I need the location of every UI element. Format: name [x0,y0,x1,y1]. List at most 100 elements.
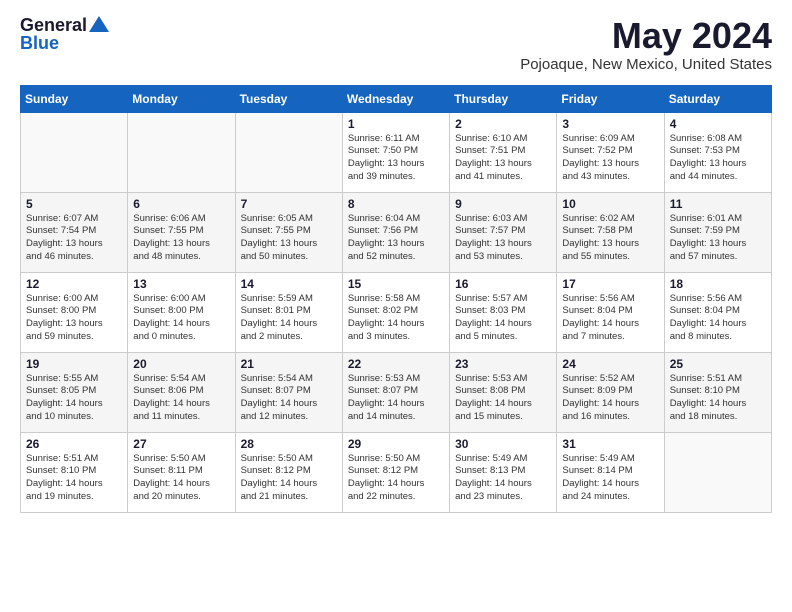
calendar-cell: 24Sunrise: 5:52 AM Sunset: 8:09 PM Dayli… [557,352,664,432]
calendar-cell: 26Sunrise: 5:51 AM Sunset: 8:10 PM Dayli… [21,432,128,512]
logo-general-text: General [20,16,87,34]
calendar-cell: 13 Sunrise: 6:00 AM Sunset: 8:00 PM Dayli… [128,272,235,352]
calendar-week-row: 19 Sunrise: 5:55 AM Sunset: 8:05 PM Dayli… [21,352,772,432]
day-info: Sunrise: 6:01 AM Sunset: 7:59 PM Dayligh… [670,213,766,264]
calendar-cell [235,112,342,192]
calendar-cell: 12 Sunrise: 6:00 AM Sunset: 8:00 PM Dayli… [21,272,128,352]
day-info: Sunrise: 6:10 AM Sunset: 7:51 PM Dayligh… [455,133,551,184]
day-number: 5 [26,197,122,211]
calendar-cell: 4Sunrise: 6:08 AM Sunset: 7:53 PM Daylig… [664,112,771,192]
day-info: Sunrise: 5:51 AM Sunset: 8:10 PM Dayligh… [26,453,122,504]
day-header-tuesday: Tuesday [235,85,342,112]
day-number: 10 [562,197,658,211]
calendar-cell [128,112,235,192]
calendar-cell: 22 Sunrise: 5:53 AM Sunset: 8:07 PM Dayli… [342,352,449,432]
day-info: Sunrise: 5:49 AM Sunset: 8:13 PM Dayligh… [455,453,551,504]
day-number: 7 [241,197,337,211]
calendar-cell: 9Sunrise: 6:03 AM Sunset: 7:57 PM Daylig… [450,192,557,272]
calendar-table: SundayMondayTuesdayWednesdayThursdayFrid… [20,85,772,513]
logo-triangle-icon [89,14,109,34]
day-header-wednesday: Wednesday [342,85,449,112]
day-info: Sunrise: 5:56 AM Sunset: 8:04 PM Dayligh… [562,293,658,344]
calendar-cell: 31 Sunrise: 5:49 AM Sunset: 8:14 PM Dayli… [557,432,664,512]
day-number: 28 [241,437,337,451]
calendar-cell: 11 Sunrise: 6:01 AM Sunset: 7:59 PM Dayli… [664,192,771,272]
day-info: Sunrise: 5:56 AM Sunset: 8:04 PM Dayligh… [670,293,766,344]
day-info: Sunrise: 6:06 AM Sunset: 7:55 PM Dayligh… [133,213,229,264]
day-number: 31 [562,437,658,451]
day-number: 20 [133,357,229,371]
day-number: 25 [670,357,766,371]
day-info: Sunrise: 5:50 AM Sunset: 8:12 PM Dayligh… [348,453,444,504]
title-block: May 2024 Pojoaque, New Mexico, United St… [520,16,772,73]
calendar-cell: 3 Sunrise: 6:09 AM Sunset: 7:52 PM Daylig… [557,112,664,192]
calendar-week-row: 12 Sunrise: 6:00 AM Sunset: 8:00 PM Dayli… [21,272,772,352]
day-number: 24 [562,357,658,371]
day-number: 18 [670,277,766,291]
day-number: 19 [26,357,122,371]
day-info: Sunrise: 6:11 AM Sunset: 7:50 PM Dayligh… [348,133,444,184]
calendar-cell: 27 Sunrise: 5:50 AM Sunset: 8:11 PM Dayli… [128,432,235,512]
calendar-cell: 21 Sunrise: 5:54 AM Sunset: 8:07 PM Dayli… [235,352,342,432]
day-info: Sunrise: 6:07 AM Sunset: 7:54 PM Dayligh… [26,213,122,264]
day-info: Sunrise: 6:04 AM Sunset: 7:56 PM Dayligh… [348,213,444,264]
day-info: Sunrise: 6:03 AM Sunset: 7:57 PM Dayligh… [455,213,551,264]
day-number: 23 [455,357,551,371]
day-number: 30 [455,437,551,451]
day-number: 21 [241,357,337,371]
day-number: 14 [241,277,337,291]
day-header-sunday: Sunday [21,85,128,112]
calendar-cell: 30 Sunrise: 5:49 AM Sunset: 8:13 PM Dayli… [450,432,557,512]
day-number: 3 [562,117,658,131]
calendar-cell: 10Sunrise: 6:02 AM Sunset: 7:58 PM Dayli… [557,192,664,272]
day-info: Sunrise: 6:08 AM Sunset: 7:53 PM Dayligh… [670,133,766,184]
day-info: Sunrise: 5:50 AM Sunset: 8:12 PM Dayligh… [241,453,337,504]
calendar-cell: 5 Sunrise: 6:07 AM Sunset: 7:54 PM Daylig… [21,192,128,272]
day-number: 1 [348,117,444,131]
logo: General Blue [20,16,109,53]
day-number: 16 [455,277,551,291]
day-number: 15 [348,277,444,291]
calendar-cell: 15 Sunrise: 5:58 AM Sunset: 8:02 PM Dayli… [342,272,449,352]
day-info: Sunrise: 5:54 AM Sunset: 8:07 PM Dayligh… [241,373,337,424]
day-number: 11 [670,197,766,211]
day-header-monday: Monday [128,85,235,112]
day-number: 22 [348,357,444,371]
day-number: 13 [133,277,229,291]
day-header-friday: Friday [557,85,664,112]
day-info: Sunrise: 5:57 AM Sunset: 8:03 PM Dayligh… [455,293,551,344]
day-info: Sunrise: 5:50 AM Sunset: 8:11 PM Dayligh… [133,453,229,504]
calendar-cell: 14 Sunrise: 5:59 AM Sunset: 8:01 PM Dayli… [235,272,342,352]
day-number: 27 [133,437,229,451]
location: Pojoaque, New Mexico, United States [520,56,772,73]
calendar-cell: 7 Sunrise: 6:05 AM Sunset: 7:55 PM Daylig… [235,192,342,272]
day-info: Sunrise: 5:55 AM Sunset: 8:05 PM Dayligh… [26,373,122,424]
day-info: Sunrise: 6:09 AM Sunset: 7:52 PM Dayligh… [562,133,658,184]
calendar-cell: 6Sunrise: 6:06 AM Sunset: 7:55 PM Daylig… [128,192,235,272]
day-info: Sunrise: 5:58 AM Sunset: 8:02 PM Dayligh… [348,293,444,344]
calendar-cell [21,112,128,192]
calendar-week-row: 1 Sunrise: 6:11 AM Sunset: 7:50 PM Daylig… [21,112,772,192]
day-info: Sunrise: 5:51 AM Sunset: 8:10 PM Dayligh… [670,373,766,424]
day-number: 29 [348,437,444,451]
calendar-cell: 20Sunrise: 5:54 AM Sunset: 8:06 PM Dayli… [128,352,235,432]
calendar-cell: 18 Sunrise: 5:56 AM Sunset: 8:04 PM Dayli… [664,272,771,352]
day-number: 12 [26,277,122,291]
day-info: Sunrise: 6:05 AM Sunset: 7:55 PM Dayligh… [241,213,337,264]
calendar-cell: 1 Sunrise: 6:11 AM Sunset: 7:50 PM Daylig… [342,112,449,192]
day-info: Sunrise: 6:00 AM Sunset: 8:00 PM Dayligh… [133,293,229,344]
day-number: 8 [348,197,444,211]
calendar-cell [664,432,771,512]
day-info: Sunrise: 5:59 AM Sunset: 8:01 PM Dayligh… [241,293,337,344]
calendar-cell: 17 Sunrise: 5:56 AM Sunset: 8:04 PM Dayli… [557,272,664,352]
day-header-thursday: Thursday [450,85,557,112]
calendar-header-row: SundayMondayTuesdayWednesdayThursdayFrid… [21,85,772,112]
day-info: Sunrise: 5:53 AM Sunset: 8:07 PM Dayligh… [348,373,444,424]
calendar-cell: 29 Sunrise: 5:50 AM Sunset: 8:12 PM Dayli… [342,432,449,512]
day-info: Sunrise: 6:00 AM Sunset: 8:00 PM Dayligh… [26,293,122,344]
day-info: Sunrise: 5:49 AM Sunset: 8:14 PM Dayligh… [562,453,658,504]
day-number: 17 [562,277,658,291]
calendar-cell: 19 Sunrise: 5:55 AM Sunset: 8:05 PM Dayli… [21,352,128,432]
calendar-cell: 8 Sunrise: 6:04 AM Sunset: 7:56 PM Daylig… [342,192,449,272]
calendar-cell: 23Sunrise: 5:53 AM Sunset: 8:08 PM Dayli… [450,352,557,432]
